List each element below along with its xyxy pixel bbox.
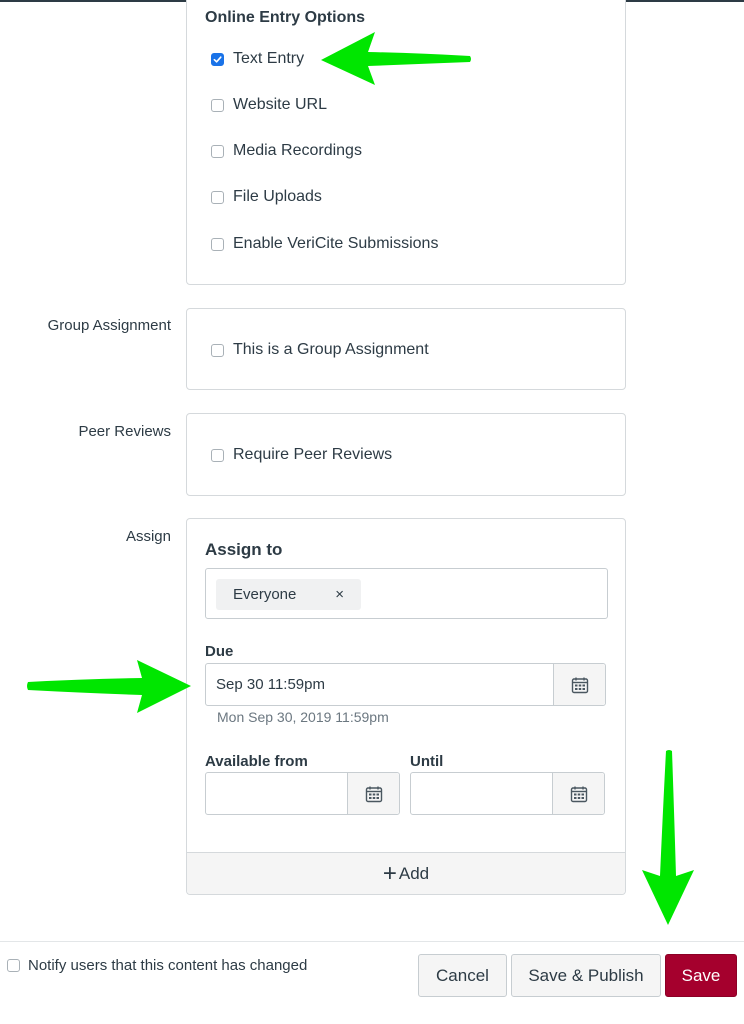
option-peer-reviews[interactable]: Require Peer Reviews — [211, 446, 392, 464]
assign-panel: Assign to Everyone × Due Sep 30 11:59pm … — [186, 518, 626, 895]
option-file-uploads[interactable]: File Uploads — [211, 188, 322, 206]
add-assignment-button[interactable]: + Add — [187, 852, 625, 894]
option-label: Require Peer Reviews — [233, 446, 393, 463]
option-label: Enable VeriCite Submissions — [233, 235, 439, 252]
remove-assignee-icon[interactable]: × — [335, 586, 344, 603]
due-date-value: Sep 30 11:59pm — [216, 676, 325, 693]
due-calendar-button[interactable] — [553, 664, 605, 705]
notify-users-checkbox[interactable] — [7, 959, 20, 972]
peer-reviews-checkbox[interactable] — [211, 448, 224, 462]
available-from-input[interactable] — [205, 772, 400, 815]
online-entry-options-panel: Online Entry Options Text Entry Website … — [186, 0, 626, 285]
save-button[interactable]: Save — [665, 954, 737, 997]
cancel-button[interactable]: Cancel — [418, 954, 507, 997]
save-publish-button[interactable]: Save & Publish — [511, 954, 661, 997]
option-group-assignment[interactable]: This is a Group Assignment — [211, 341, 429, 359]
assignee-label: Everyone — [233, 586, 297, 603]
online-entry-options-title: Online Entry Options — [205, 9, 366, 26]
option-label: File Uploads — [233, 188, 322, 205]
due-date-hint: Mon Sep 30, 2019 11:59pm — [217, 709, 389, 725]
peer-reviews-panel: Require Peer Reviews — [186, 413, 626, 496]
vericite-checkbox[interactable] — [211, 237, 224, 251]
group-assignment-label: Group Assignment — [47, 317, 171, 334]
assignee-token: Everyone × — [216, 579, 361, 610]
notify-users-label: Notify users that this content has chang… — [28, 957, 308, 974]
calendar-icon — [571, 677, 588, 693]
annotation-arrow-save — [642, 750, 694, 925]
option-vericite[interactable]: Enable VeriCite Submissions — [211, 235, 438, 253]
annotation-arrow-due-date — [27, 660, 191, 713]
text-entry-checkbox[interactable] — [211, 52, 224, 66]
until-calendar-button[interactable] — [552, 773, 604, 814]
option-website-url[interactable]: Website URL — [211, 96, 327, 114]
group-assignment-checkbox[interactable] — [211, 343, 224, 357]
option-text-entry[interactable]: Text Entry — [211, 50, 304, 68]
due-date-input[interactable]: Sep 30 11:59pm — [205, 663, 606, 706]
assign-to-title: Assign to — [205, 540, 283, 559]
available-from-calendar-button[interactable] — [347, 773, 399, 814]
group-assignment-panel: This is a Group Assignment — [186, 308, 626, 390]
assign-label: Assign — [125, 528, 171, 545]
notify-users-option[interactable]: Notify users that this content has chang… — [7, 957, 307, 974]
media-recordings-checkbox[interactable] — [211, 144, 224, 158]
footer-divider — [0, 941, 744, 942]
calendar-icon — [570, 786, 587, 802]
option-label: This is a Group Assignment — [233, 341, 429, 358]
check-icon — [213, 55, 222, 63]
option-label: Text Entry — [233, 50, 305, 67]
option-label: Media Recordings — [233, 142, 362, 159]
assign-to-input[interactable]: Everyone × — [205, 568, 608, 619]
option-media-recordings[interactable]: Media Recordings — [211, 142, 362, 160]
plus-icon: + — [382, 859, 397, 887]
until-label: Until — [410, 753, 444, 770]
until-input[interactable] — [410, 772, 605, 815]
available-from-label: Available from — [205, 753, 308, 770]
option-label: Website URL — [233, 96, 327, 113]
file-uploads-checkbox[interactable] — [211, 190, 224, 204]
due-label: Due — [205, 643, 234, 660]
add-label: Add — [398, 863, 430, 883]
peer-reviews-label: Peer Reviews — [78, 423, 171, 440]
calendar-icon — [365, 786, 382, 802]
website-url-checkbox[interactable] — [211, 98, 224, 112]
